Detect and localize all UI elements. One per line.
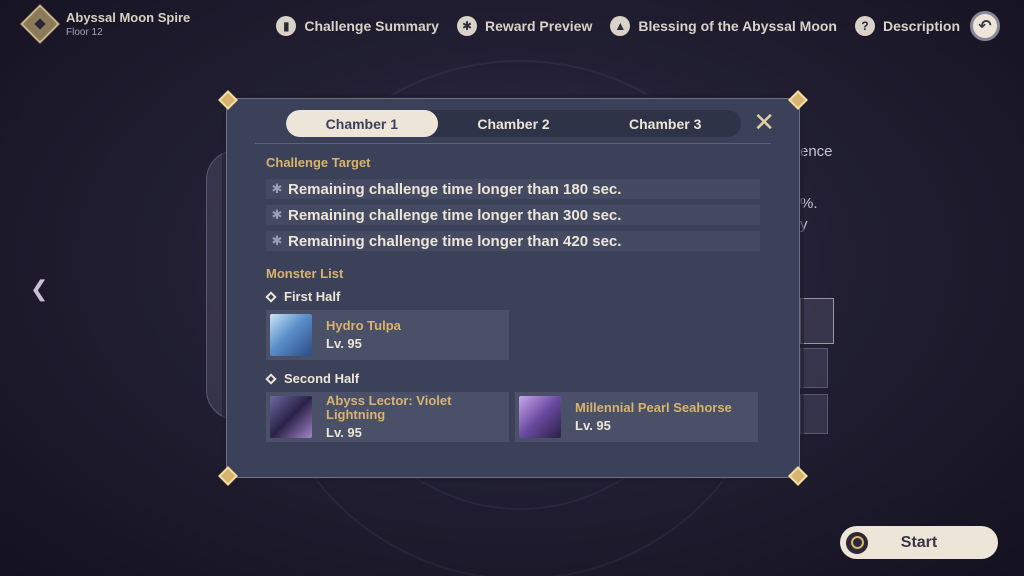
second-half-label: Second Half xyxy=(265,371,360,386)
start-circle-icon xyxy=(846,531,868,554)
challenge-target-row: ✱ Remaining challenge time longer than 4… xyxy=(266,231,760,251)
monster-level: Lv. 95 xyxy=(326,336,362,351)
monster-level: Lv. 95 xyxy=(326,425,362,440)
star-icon: ✱ xyxy=(271,181,283,196)
spire-emblem-icon xyxy=(20,4,60,44)
book-icon: ▮ xyxy=(276,16,297,36)
first-half-text: First Half xyxy=(284,289,341,304)
blessing-button[interactable]: ▲ Blessing of the Abyssal Moon xyxy=(610,16,837,36)
star-icon: ✱ xyxy=(271,233,283,248)
floor-label: Floor 12 xyxy=(66,27,103,38)
diamond-icon xyxy=(265,372,277,385)
challenge-target-text: Remaining challenge time longer than 180… xyxy=(288,180,622,198)
background-slot xyxy=(800,348,828,388)
nav-label: Reward Preview xyxy=(484,18,593,34)
return-arrow-icon: ↶ xyxy=(978,18,992,35)
monster-card[interactable]: Abyss Lector: Violet Lightning Lv. 95 xyxy=(266,392,509,442)
tab-chamber-3[interactable]: Chamber 3 xyxy=(589,110,741,137)
challenge-target-heading: Challenge Target xyxy=(266,155,371,170)
chamber-tabs: Chamber 1 Chamber 2 Chamber 3 xyxy=(286,110,741,137)
challenge-target-text: Remaining challenge time longer than 300… xyxy=(288,206,622,224)
monster-name: Hydro Tulpa xyxy=(326,318,401,333)
reward-preview-button[interactable]: ✱ Reward Preview xyxy=(456,16,593,36)
nav-label: Blessing of the Abyssal Moon xyxy=(638,18,837,34)
star-badge-icon: ✱ xyxy=(456,16,477,36)
corner-ornament xyxy=(218,466,238,486)
background-slot xyxy=(800,298,834,344)
start-label: Start xyxy=(900,533,938,551)
nav-label: Description xyxy=(882,18,960,34)
challenge-summary-button[interactable]: ▮ Challenge Summary xyxy=(276,16,439,36)
up-arrow-icon: ▲ xyxy=(610,16,631,36)
nav-label: Challenge Summary xyxy=(304,18,439,34)
background-slot xyxy=(800,394,828,434)
description-button[interactable]: ? Description xyxy=(854,16,960,36)
star-icon: ✱ xyxy=(271,207,283,222)
diamond-icon xyxy=(265,290,277,303)
monster-portrait xyxy=(270,396,312,438)
domain-title: Abyssal Moon Spire xyxy=(66,10,191,25)
background-text-fragment: %. xyxy=(800,195,818,212)
question-icon: ? xyxy=(854,16,875,36)
monster-portrait xyxy=(270,314,312,356)
monster-card[interactable]: Hydro Tulpa Lv. 95 xyxy=(266,310,509,360)
monster-portrait xyxy=(519,396,561,438)
close-icon[interactable]: ✕ xyxy=(753,109,775,135)
challenge-target-text: Remaining challenge time longer than 420… xyxy=(288,232,622,250)
first-half-label: First Half xyxy=(265,289,341,304)
domain-title-block: Abyssal Moon Spire Floor 12 xyxy=(20,4,191,44)
top-nav: ▮ Challenge Summary ✱ Reward Preview ▲ B… xyxy=(258,11,1000,41)
monster-card[interactable]: Millennial Pearl Seahorse Lv. 95 xyxy=(515,392,758,442)
back-button[interactable]: ↶ xyxy=(970,11,1000,41)
challenge-target-row: ✱ Remaining challenge time longer than 1… xyxy=(266,179,760,199)
monster-level: Lv. 95 xyxy=(575,418,611,433)
tab-chamber-1[interactable]: Chamber 1 xyxy=(286,110,438,137)
corner-ornament xyxy=(218,90,238,110)
corner-ornament xyxy=(788,466,808,486)
previous-arrow-icon[interactable]: ❮ xyxy=(30,276,48,302)
challenge-target-row: ✱ Remaining challenge time longer than 3… xyxy=(266,205,760,225)
background-text-fragment: y xyxy=(800,216,808,233)
second-half-text: Second Half xyxy=(284,371,360,386)
start-button[interactable]: Start xyxy=(840,526,998,559)
divider xyxy=(255,143,771,144)
background-text-fragment: ence xyxy=(800,143,833,160)
monster-name: Millennial Pearl Seahorse xyxy=(575,400,732,415)
corner-ornament xyxy=(788,90,808,110)
monster-list-heading: Monster List xyxy=(266,266,344,281)
monster-name: Abyss Lector: Violet Lightning xyxy=(326,393,452,422)
chamber-details-modal: Chamber 1 Chamber 2 Chamber 3 ✕ Challeng… xyxy=(218,90,808,486)
tab-chamber-2[interactable]: Chamber 2 xyxy=(438,110,590,137)
